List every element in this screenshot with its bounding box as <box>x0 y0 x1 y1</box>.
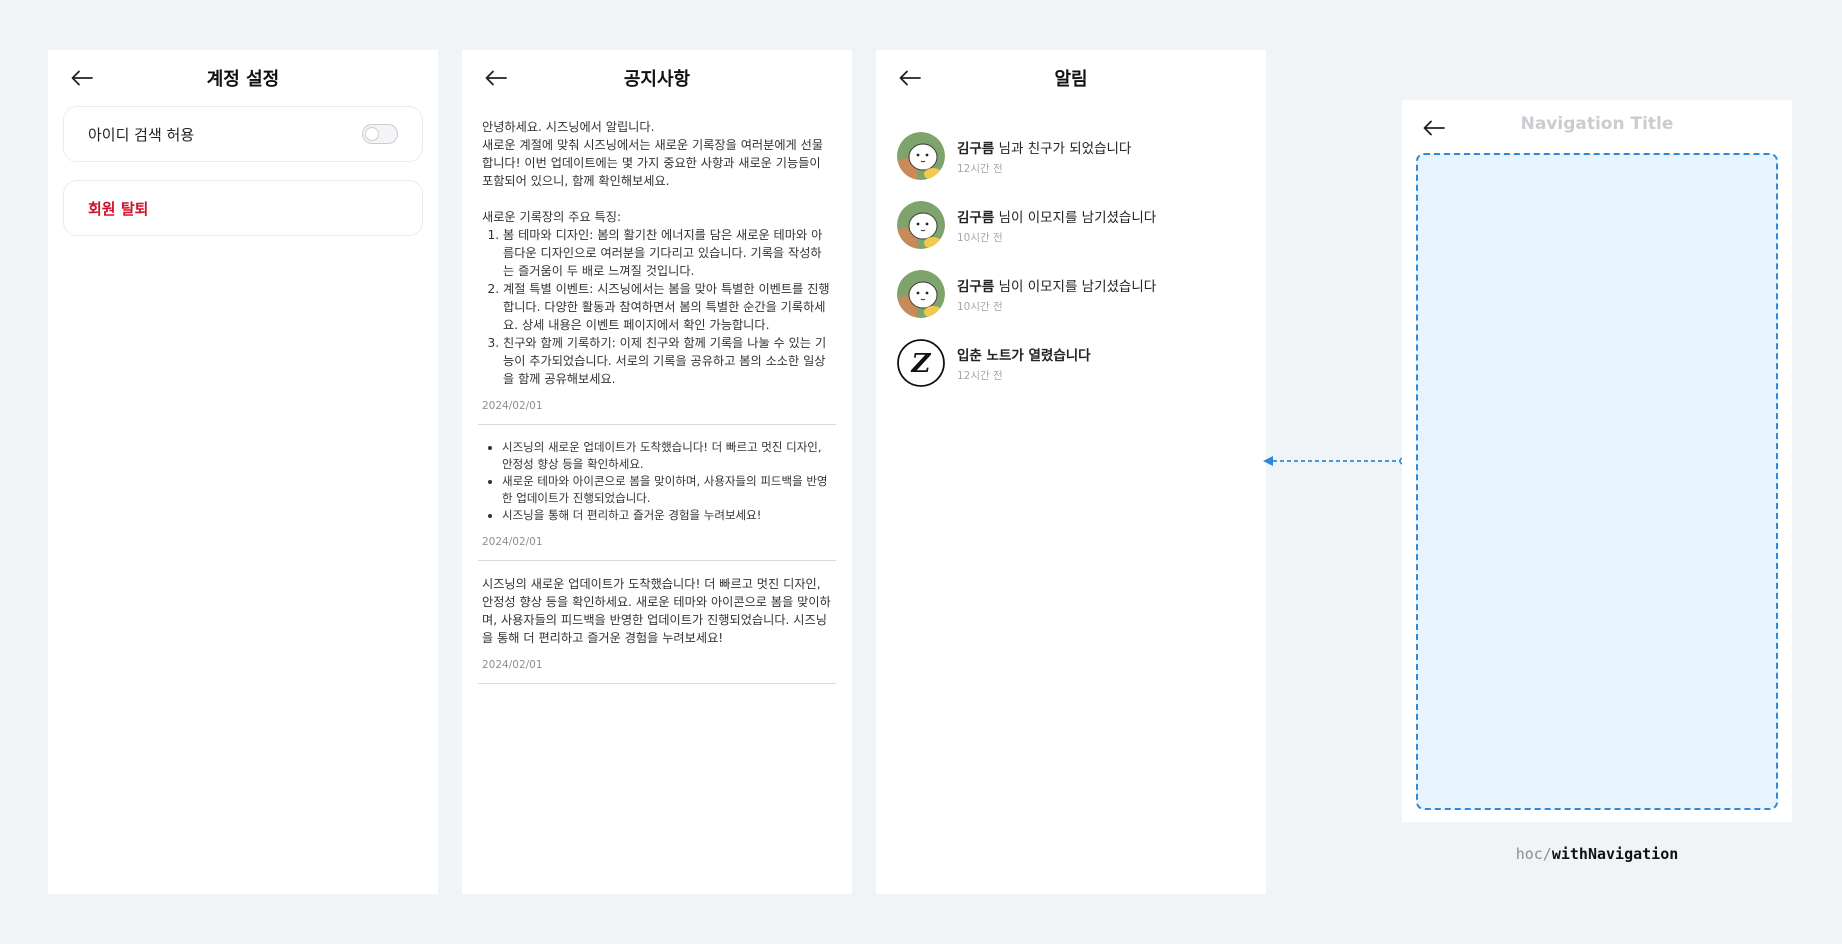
nav-header: 알림 <box>876 50 1266 106</box>
alarm-user-name: 김구름 <box>957 140 995 157</box>
alarm-message: 입춘 노트가 열렸습니다 <box>957 344 1091 364</box>
notice-date: 2024/02/01 <box>482 659 543 671</box>
back-arrow-icon <box>899 70 921 86</box>
alarm-time: 10시간 전 <box>957 300 1003 313</box>
character-avatar <box>897 132 945 180</box>
hoc-navigation-frame: Navigation Title <box>1402 100 1792 822</box>
alarm-texts: 김구름 님이 이모지를 남기셨습니다 10시간 전 <box>957 206 1156 245</box>
page-title: 공지사항 <box>623 69 691 90</box>
alarm-texts: 입춘 노트가 열렸습니다 12시간 전 <box>957 344 1091 383</box>
alarm-message: 김구름 님이 이모지를 남기셨습니다 <box>957 275 1156 295</box>
alarm-message-text: 입춘 노트가 열렸습니다 <box>957 347 1091 364</box>
hoc-connector-arrow <box>1263 456 1407 466</box>
notice-feature: 봄 테마와 디자인: 봄의 활기찬 에너지를 담은 새로운 테마와 아름다운 디… <box>503 226 832 280</box>
toggle-knob <box>365 127 379 141</box>
season-logo: Z <box>897 339 945 387</box>
hoc-nav-title: Navigation Title <box>1520 114 1674 134</box>
alarm-message-text: 님이 이모지를 남기셨습니다 <box>994 209 1157 226</box>
id-search-label: 아이디 검색 허용 <box>88 125 195 144</box>
hoc-caption-name: withNavigation <box>1551 845 1679 863</box>
back-arrow-icon <box>485 70 507 86</box>
hoc-caption: hoc/withNavigation <box>1402 845 1792 863</box>
alarm-item[interactable]: 김구름 님이 이모지를 남기셨습니다 10시간 전 <box>897 201 1245 249</box>
season-logo-letter: Z <box>911 349 932 379</box>
alarm-item[interactable]: 김구름 님과 친구가 되었습니다 12시간 전 <box>897 132 1245 180</box>
alarm-message-text: 님과 친구가 되었습니다 <box>994 140 1132 157</box>
alarm-user-name: 김구름 <box>957 278 995 295</box>
notice-screen: 공지사항 안녕하세요. 시즈닝에서 알립니다. 새로운 계절에 맞춰 시즈닝에서… <box>462 50 852 894</box>
notice-item[interactable]: 시즈닝의 새로운 업데이트가 도착했습니다! 더 빠르고 멋진 디자인, 안정성… <box>478 425 836 561</box>
notice-body: 안녕하세요. 시즈닝에서 알립니다. 새로운 계절에 맞춰 시즈닝에서는 새로운… <box>482 118 832 388</box>
notice-paragraph: 새로운 계절에 맞춰 시즈닝에서는 새로운 기록장을 여러분에게 선물합니다! … <box>482 138 824 188</box>
alarm-list: 김구름 님과 친구가 되었습니다 12시간 전 김구름 님이 이모지를 남기셨습… <box>876 106 1266 387</box>
character-avatar <box>897 270 945 318</box>
nav-header: 계정 설정 <box>48 50 438 106</box>
notice-body: 시즈닝의 새로운 업데이트가 도착했습니다! 더 빠르고 멋진 디자인, 안정성… <box>482 439 832 524</box>
withdraw-button[interactable]: 회원 탈퇴 <box>63 180 423 236</box>
notice-bullet-list: 시즈닝의 새로운 업데이트가 도착했습니다! 더 빠르고 멋진 디자인, 안정성… <box>502 439 832 524</box>
notice-feature-list: 봄 테마와 디자인: 봄의 활기찬 에너지를 담은 새로운 테마와 아름다운 디… <box>503 226 832 388</box>
character-avatar <box>897 201 945 249</box>
notice-item[interactable]: 시즈닝의 새로운 업데이트가 도착했습니다! 더 빠르고 멋진 디자인, 안정성… <box>478 561 836 684</box>
notice-paragraph: 시즈닝의 새로운 업데이트가 도착했습니다! 더 빠르고 멋진 디자인, 안정성… <box>482 577 831 645</box>
alarm-message: 김구름 님이 이모지를 남기셨습니다 <box>957 206 1156 226</box>
withdraw-label: 회원 탈퇴 <box>88 199 149 218</box>
hoc-caption-prefix: hoc/ <box>1515 845 1552 863</box>
notice-item[interactable]: 안녕하세요. 시즈닝에서 알립니다. 새로운 계절에 맞춰 시즈닝에서는 새로운… <box>478 106 836 425</box>
notice-features-heading: 새로운 기록장의 주요 특징: <box>482 210 622 224</box>
notice-bullet: 시즈닝의 새로운 업데이트가 도착했습니다! 더 빠르고 멋진 디자인, 안정성… <box>502 439 832 473</box>
back-arrow-icon <box>71 70 93 86</box>
hoc-content-slot <box>1416 153 1778 810</box>
alarm-screen: 알림 김구름 님과 친구가 되었습니다 12시간 전 김구름 님이 이모지를 남… <box>876 50 1266 894</box>
alarm-item[interactable]: 김구름 님이 이모지를 남기셨습니다 10시간 전 <box>897 270 1245 318</box>
alarm-texts: 김구름 님이 이모지를 남기셨습니다 10시간 전 <box>957 275 1156 314</box>
alarm-message: 김구름 님과 친구가 되었습니다 <box>957 137 1131 157</box>
account-settings-screen: 계정 설정 아이디 검색 허용 회원 탈퇴 <box>48 50 438 894</box>
notice-bullet: 시즈닝을 통해 더 편리하고 즐거운 경험을 누려보세요! <box>502 507 832 524</box>
notice-feature: 친구와 함께 기록하기: 이제 친구와 함께 기록을 나눌 수 있는 기능이 추… <box>503 334 832 388</box>
page-title: 계정 설정 <box>206 69 280 90</box>
notice-feature: 계절 특별 이벤트: 시즈닝에서는 봄을 맞아 특별한 이벤트를 진행합니다. … <box>503 280 832 334</box>
alarm-message-text: 님이 이모지를 남기셨습니다 <box>994 278 1157 295</box>
id-search-toggle[interactable] <box>362 124 398 144</box>
alarm-texts: 김구름 님과 친구가 되었습니다 12시간 전 <box>957 137 1131 176</box>
notice-list: 안녕하세요. 시즈닝에서 알립니다. 새로운 계절에 맞춰 시즈닝에서는 새로운… <box>462 106 852 684</box>
page-title: 알림 <box>1054 69 1088 90</box>
notice-intro: 안녕하세요. 시즈닝에서 알립니다. <box>482 120 655 134</box>
alarm-time: 12시간 전 <box>957 162 1003 175</box>
notice-body: 시즈닝의 새로운 업데이트가 도착했습니다! 더 빠르고 멋진 디자인, 안정성… <box>482 575 832 647</box>
back-button[interactable] <box>68 64 96 92</box>
notice-date: 2024/02/01 <box>482 400 543 412</box>
notice-date: 2024/02/01 <box>482 536 543 548</box>
back-button[interactable] <box>482 64 510 92</box>
alarm-time: 12시간 전 <box>957 369 1003 382</box>
notice-bullet: 새로운 테마와 아이콘으로 봄을 맞이하며, 사용자들의 피드백을 반영한 업데… <box>502 473 832 507</box>
back-button[interactable] <box>896 64 924 92</box>
alarm-item[interactable]: Z 입춘 노트가 열렸습니다 12시간 전 <box>897 339 1245 387</box>
id-search-setting: 아이디 검색 허용 <box>63 106 423 162</box>
alarm-time: 10시간 전 <box>957 231 1003 244</box>
nav-header: 공지사항 <box>462 50 852 106</box>
alarm-user-name: 김구름 <box>957 209 995 226</box>
